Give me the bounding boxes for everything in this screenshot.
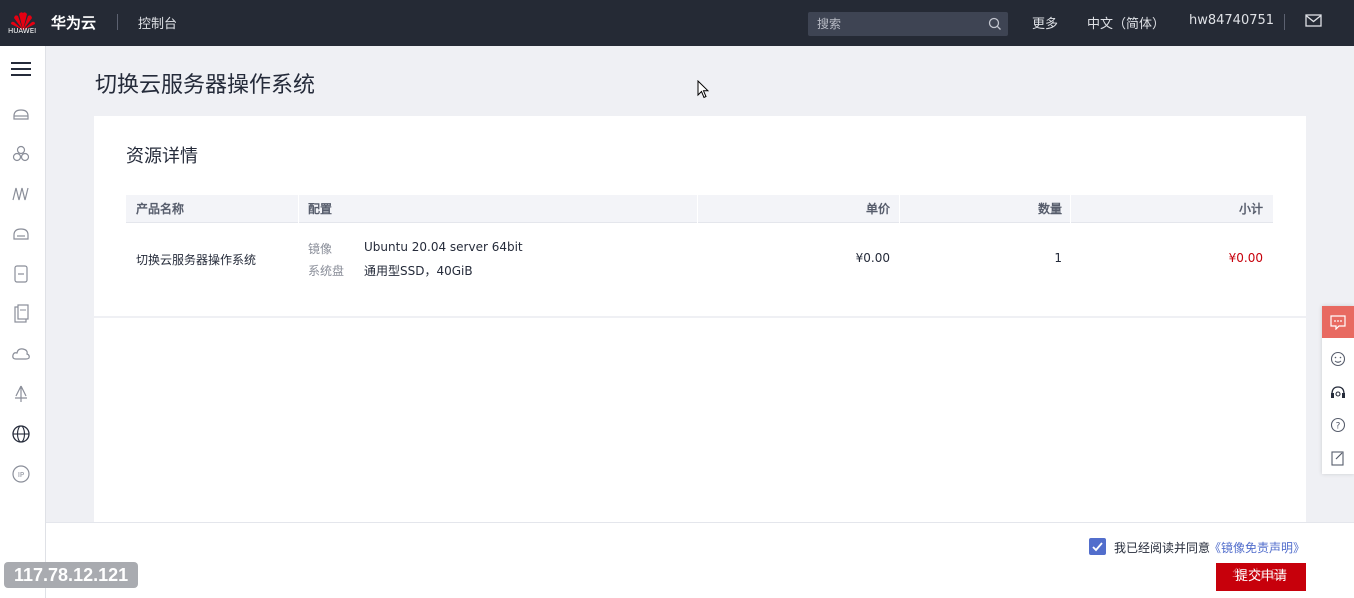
top-navigation-bar: HUAWEI 华为云 控制台 更多 中文（简体） hw84740751 bbox=[0, 0, 1354, 46]
console-link[interactable]: 控制台 bbox=[138, 13, 177, 32]
service-sidebar: IP bbox=[0, 46, 46, 598]
column-header-config: 配置 bbox=[308, 202, 333, 216]
divider bbox=[697, 195, 698, 223]
language-switch[interactable]: 中文（简体） bbox=[1087, 13, 1165, 32]
storage-icon[interactable] bbox=[11, 224, 31, 244]
deploy-icon[interactable] bbox=[11, 384, 31, 404]
divider bbox=[1284, 14, 1285, 30]
bottom-action-bar: 我已经阅读并同意 《镜像免责声明》 提交申请 bbox=[46, 522, 1354, 598]
cloud-icon[interactable] bbox=[11, 344, 31, 364]
database-icon[interactable] bbox=[11, 264, 31, 284]
subtotal: ¥0.00 bbox=[1228, 251, 1263, 265]
quantity: 1 bbox=[1054, 251, 1062, 265]
agree-checkbox[interactable] bbox=[1089, 538, 1106, 555]
page-title: 切换云服务器操作系统 bbox=[95, 73, 316, 98]
divider bbox=[117, 14, 118, 30]
content-area bbox=[94, 318, 1306, 522]
search-box[interactable] bbox=[808, 12, 1008, 36]
svg-text:IP: IP bbox=[18, 471, 24, 479]
menu-icon[interactable] bbox=[11, 60, 31, 78]
search-input[interactable] bbox=[808, 12, 984, 36]
section-title: 资源详情 bbox=[126, 146, 198, 167]
check-icon bbox=[1092, 542, 1103, 552]
document-icon[interactable] bbox=[11, 304, 31, 324]
logo-text: HUAWEI bbox=[8, 27, 37, 35]
network-icon[interactable] bbox=[11, 184, 31, 204]
cluster-icon[interactable] bbox=[11, 144, 31, 164]
divider bbox=[1070, 195, 1071, 223]
table-row: 切换云服务器操作系统 镜像 Ubuntu 20.04 server 64bit … bbox=[126, 224, 1273, 294]
column-header-quantity: 数量 bbox=[1037, 202, 1062, 216]
search-icon[interactable] bbox=[988, 17, 1002, 31]
watermark-text: 华为云 bbox=[1232, 568, 1290, 583]
mouse-cursor-icon bbox=[697, 80, 709, 99]
user-account[interactable]: hw84740751 bbox=[1189, 13, 1274, 28]
headset-icon[interactable] bbox=[1330, 385, 1346, 401]
consult-button[interactable] bbox=[1322, 306, 1354, 338]
unit-price: ¥0.00 bbox=[855, 251, 890, 265]
svg-text:?: ? bbox=[1336, 422, 1341, 432]
agree-text: 我已经阅读并同意 bbox=[1114, 541, 1211, 555]
mail-icon[interactable] bbox=[1305, 13, 1322, 28]
config-value-image: Ubuntu 20.04 server 64bit bbox=[364, 240, 523, 254]
globe-icon[interactable] bbox=[11, 424, 31, 444]
elastic-ip-icon[interactable]: IP bbox=[11, 464, 31, 484]
chat-icon bbox=[1330, 315, 1346, 330]
help-icon[interactable]: ? bbox=[1330, 417, 1346, 433]
column-header-product: 产品名称 bbox=[136, 202, 185, 216]
ip-address-badge: 117.78.12.121 bbox=[4, 562, 139, 588]
resource-details-card: 资源详情 产品名称 配置 单价 数量 小计 切换云服务器操作系统 镜像 Ubun… bbox=[94, 116, 1306, 316]
column-header-unit-price: 单价 bbox=[865, 202, 890, 216]
table-header: 产品名称 配置 单价 数量 小计 bbox=[126, 195, 1273, 223]
product-name: 切换云服务器操作系统 bbox=[136, 253, 257, 267]
cloud-server-icon[interactable] bbox=[11, 104, 31, 124]
config-label-image: 镜像 bbox=[308, 242, 333, 256]
divider bbox=[298, 195, 299, 223]
config-label-disk: 系统盘 bbox=[308, 264, 345, 278]
brand-name[interactable]: 华为云 bbox=[51, 12, 96, 33]
disclaimer-link[interactable]: 《镜像免责声明》 bbox=[1209, 539, 1305, 556]
more-menu[interactable]: 更多 bbox=[1032, 13, 1058, 32]
column-header-subtotal: 小计 bbox=[1238, 202, 1263, 216]
feedback-icon[interactable] bbox=[1330, 450, 1346, 466]
smiley-icon[interactable] bbox=[1330, 351, 1346, 367]
divider bbox=[899, 195, 900, 223]
floating-toolbar: ? bbox=[1322, 306, 1354, 474]
config-value-disk: 通用型SSD，40GiB bbox=[364, 264, 473, 278]
